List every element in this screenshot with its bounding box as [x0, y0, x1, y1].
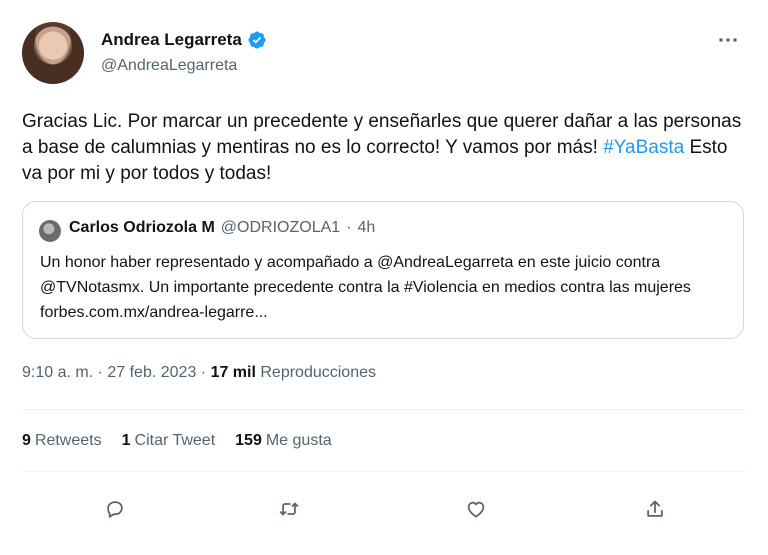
- share-icon: [647, 500, 663, 517]
- reply-icon: [107, 501, 123, 518]
- retweet-icon: [279, 502, 299, 516]
- divider: [22, 409, 746, 410]
- author-avatar[interactable]: [22, 22, 84, 84]
- retweets-count: 9: [22, 432, 31, 449]
- author-display-name[interactable]: Andrea Legarreta: [101, 30, 242, 50]
- likes-count: 159: [235, 432, 262, 449]
- quote-separator: ·: [346, 219, 352, 236]
- quote-header: Carlos Odriozola M @ODRIOZOLA1 · 4h: [69, 219, 375, 237]
- share-button[interactable]: [638, 492, 672, 526]
- tweet-meta: 9:10 a. m. · 27 feb. 2023 · 17 mil Repro…: [22, 364, 376, 382]
- more-dots-icon[interactable]: [716, 32, 740, 48]
- verified-badge-icon: [248, 31, 266, 49]
- divider: [22, 471, 746, 472]
- quotes-stat[interactable]: 1 Citar Tweet: [122, 432, 216, 450]
- tweet-card: Andrea Legarreta @AndreaLegarreta Gracia…: [0, 0, 768, 555]
- action-bar: [0, 492, 768, 526]
- timestamp[interactable]: 9:10 a. m. · 27 feb. 2023 ·: [22, 364, 211, 381]
- quoted-tweet[interactable]: Carlos Odriozola M @ODRIOZOLA1 · 4h Un hon…: [22, 201, 744, 339]
- tweet-stats: 9 Retweets 1 Citar Tweet 159 Me gusta: [22, 432, 332, 450]
- quotes-count: 1: [121, 432, 131, 449]
- retweets-label: Retweets: [34, 432, 102, 449]
- views-label: Reproducciones: [255, 364, 376, 381]
- author-name-row: Andrea Legarreta: [101, 30, 267, 50]
- quote-time: 4h: [357, 219, 376, 236]
- likes-label: Me gusta: [265, 432, 332, 449]
- reply-button[interactable]: [98, 492, 132, 526]
- heart-icon: [467, 501, 485, 518]
- tweet-text: Gracias Lic. Por marcar un precedente y …: [22, 109, 744, 187]
- likes-stat[interactable]: 159 Me gusta: [235, 432, 332, 450]
- author-handle[interactable]: @AndreaLegarreta: [101, 57, 237, 75]
- quote-text: Un honor haber representado y acompañado…: [40, 254, 691, 321]
- hashtag-link[interactable]: #YaBasta: [603, 137, 684, 158]
- retweets-stat[interactable]: 9 Retweets: [22, 432, 102, 450]
- retweet-button[interactable]: [272, 492, 306, 526]
- quote-author-handle: @ODRIOZOLA1: [220, 219, 341, 236]
- like-button[interactable]: [459, 492, 493, 526]
- quote-author-name: Carlos Odriozola M: [69, 219, 215, 236]
- quotes-label: Citar Tweet: [134, 432, 216, 449]
- quote-author-avatar: [39, 220, 61, 242]
- views-count: 17 mil: [210, 364, 256, 381]
